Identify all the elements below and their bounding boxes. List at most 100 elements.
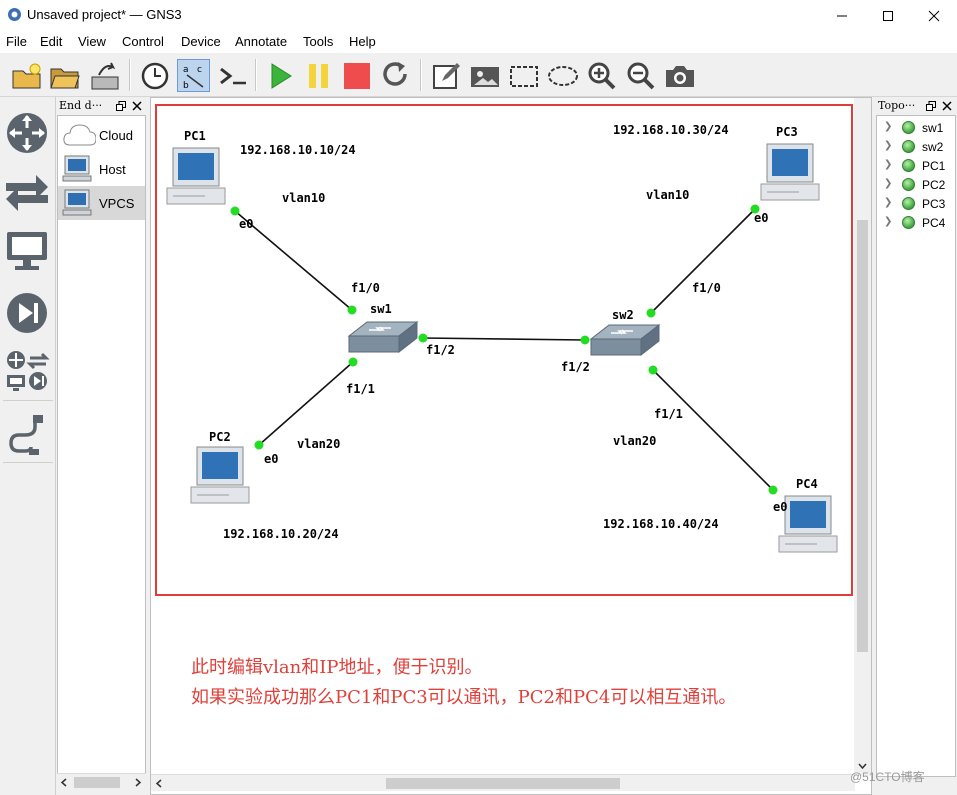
pc3-name-label: PC3 xyxy=(776,125,798,139)
annotation-note-line1[interactable]: 此时编辑vlan和IP地址，便于识别。 xyxy=(191,653,482,679)
toolbar-separator xyxy=(255,59,257,91)
menu-file[interactable]: File xyxy=(6,34,27,49)
device-item-cloud[interactable]: Cloud xyxy=(58,118,145,152)
snapshot-button[interactable] xyxy=(138,59,171,92)
new-project-button[interactable] xyxy=(10,59,43,92)
close-dock-icon[interactable] xyxy=(132,101,142,111)
menu-tools[interactable]: Tools xyxy=(303,34,333,49)
sw1-node[interactable] xyxy=(345,318,421,358)
pc2-vlan-label: vlan20 xyxy=(297,437,341,451)
menu-help[interactable]: Help xyxy=(349,34,376,49)
stop-all-button[interactable] xyxy=(340,59,373,92)
browse-all-devices-button[interactable] xyxy=(3,345,51,397)
expand-arrow-icon[interactable]: ❯ xyxy=(884,140,892,151)
draw-ellipse-button[interactable] xyxy=(546,59,579,92)
console-all-button[interactable] xyxy=(216,59,249,92)
link-pc2-sw1 xyxy=(258,361,354,446)
topology-node-item[interactable]: ❯ PC1 xyxy=(877,156,955,175)
reload-icon xyxy=(382,61,407,86)
link-dot xyxy=(347,305,357,315)
pc2-node[interactable] xyxy=(189,445,251,507)
sw2-f12-label: f1/2 xyxy=(561,360,590,374)
sidebar-separator xyxy=(3,400,53,401)
start-all-button[interactable] xyxy=(263,59,296,92)
svg-text:c: c xyxy=(197,65,202,75)
scroll-thumb[interactable] xyxy=(74,777,120,788)
device-item-host[interactable]: Host xyxy=(58,152,145,186)
save-project-button[interactable] xyxy=(88,59,121,92)
pc3-node[interactable] xyxy=(759,142,821,204)
browse-routers-button[interactable] xyxy=(3,107,51,159)
expand-arrow-icon[interactable]: ❯ xyxy=(884,159,892,170)
topology-node-item[interactable]: ❯ sw2 xyxy=(877,137,955,156)
link-pc4-sw2 xyxy=(652,369,774,491)
zoom-in-button[interactable] xyxy=(585,59,618,92)
end-devices-hscrollbar[interactable] xyxy=(57,773,146,790)
minimize-button[interactable] xyxy=(819,0,865,31)
window-title: Unsaved project* — GNS3 xyxy=(27,7,182,22)
node-name: sw1 xyxy=(922,121,944,135)
menu-edit[interactable]: Edit xyxy=(40,34,62,49)
annotation-note-line2[interactable]: 如果实验成功那么PC1和PC3可以通讯，PC2和PC4可以相互通讯。 xyxy=(191,683,736,709)
topology-dock-header: Topo··· xyxy=(873,97,957,115)
pc2-name-label: PC2 xyxy=(209,430,231,444)
browse-switches-button[interactable] xyxy=(3,167,51,219)
scroll-left-icon[interactable] xyxy=(60,778,68,787)
maximize-button[interactable] xyxy=(865,0,911,31)
pc4-ip-label: 192.168.10.40/24 xyxy=(603,517,719,531)
scroll-left-icon[interactable] xyxy=(155,779,163,788)
scroll-right-icon[interactable] xyxy=(134,778,142,787)
scroll-thumb[interactable] xyxy=(857,220,868,652)
add-link-button[interactable] xyxy=(3,407,51,459)
topology-canvas[interactable]: PC1 192.168.10.10/24 vlan10 e0 PC2 vlan2… xyxy=(150,97,872,795)
svg-text:a: a xyxy=(183,65,189,75)
expand-arrow-icon[interactable]: ❯ xyxy=(884,216,892,227)
device-item-vpcs[interactable]: VPCS xyxy=(58,186,145,220)
expand-arrow-icon[interactable]: ❯ xyxy=(884,178,892,189)
node-name: sw2 xyxy=(922,140,944,154)
expand-arrow-icon[interactable]: ❯ xyxy=(884,121,892,132)
status-dot-icon xyxy=(902,121,915,134)
clock-icon xyxy=(141,62,168,89)
play-icon xyxy=(271,62,292,89)
float-dock-icon[interactable] xyxy=(926,101,936,111)
status-dot-icon xyxy=(902,178,915,191)
suspend-all-button[interactable] xyxy=(301,59,334,92)
end-devices-dock-header: End d··· xyxy=(57,97,146,115)
sw2-node[interactable] xyxy=(587,321,663,361)
menu-annotate[interactable]: Annotate xyxy=(235,34,287,49)
pc1-node[interactable] xyxy=(165,146,227,208)
close-dock-icon[interactable] xyxy=(942,101,952,111)
browse-end-devices-button[interactable] xyxy=(3,225,51,277)
topology-node-item[interactable]: ❯ PC3 xyxy=(877,194,955,213)
add-note-button[interactable] xyxy=(429,59,462,92)
show-interface-labels-button[interactable]: acb xyxy=(177,59,210,92)
link-dot xyxy=(348,357,358,367)
node-name: PC4 xyxy=(922,216,946,230)
insert-picture-button[interactable] xyxy=(468,59,501,92)
status-dot-icon xyxy=(902,216,915,229)
cloud-icon xyxy=(63,124,96,146)
screenshot-button[interactable] xyxy=(663,59,696,92)
zoom-out-button[interactable] xyxy=(624,59,657,92)
reload-all-button[interactable] xyxy=(379,59,412,92)
scroll-thumb[interactable] xyxy=(386,778,620,789)
menu-control[interactable]: Control xyxy=(122,34,164,49)
topology-node-item[interactable]: ❯ PC2 xyxy=(877,175,955,194)
expand-arrow-icon[interactable]: ❯ xyxy=(884,197,892,208)
device-item-label: Host xyxy=(99,162,126,177)
svg-text:b: b xyxy=(183,81,189,91)
topology-node-item[interactable]: ❯ sw1 xyxy=(877,118,955,137)
float-dock-icon[interactable] xyxy=(116,101,126,111)
close-button[interactable] xyxy=(911,0,957,31)
canvas-vscrollbar[interactable] xyxy=(854,98,871,776)
canvas-hscrollbar[interactable] xyxy=(151,774,855,791)
open-project-button[interactable] xyxy=(48,59,81,92)
link-dot xyxy=(230,206,240,216)
menu-device[interactable]: Device xyxy=(181,34,221,49)
browse-security-devices-button[interactable] xyxy=(3,287,51,339)
draw-rectangle-button[interactable] xyxy=(507,59,540,92)
topology-node-item[interactable]: ❯ PC4 xyxy=(877,213,955,232)
minimize-icon xyxy=(837,15,847,16)
menu-view[interactable]: View xyxy=(78,34,106,49)
